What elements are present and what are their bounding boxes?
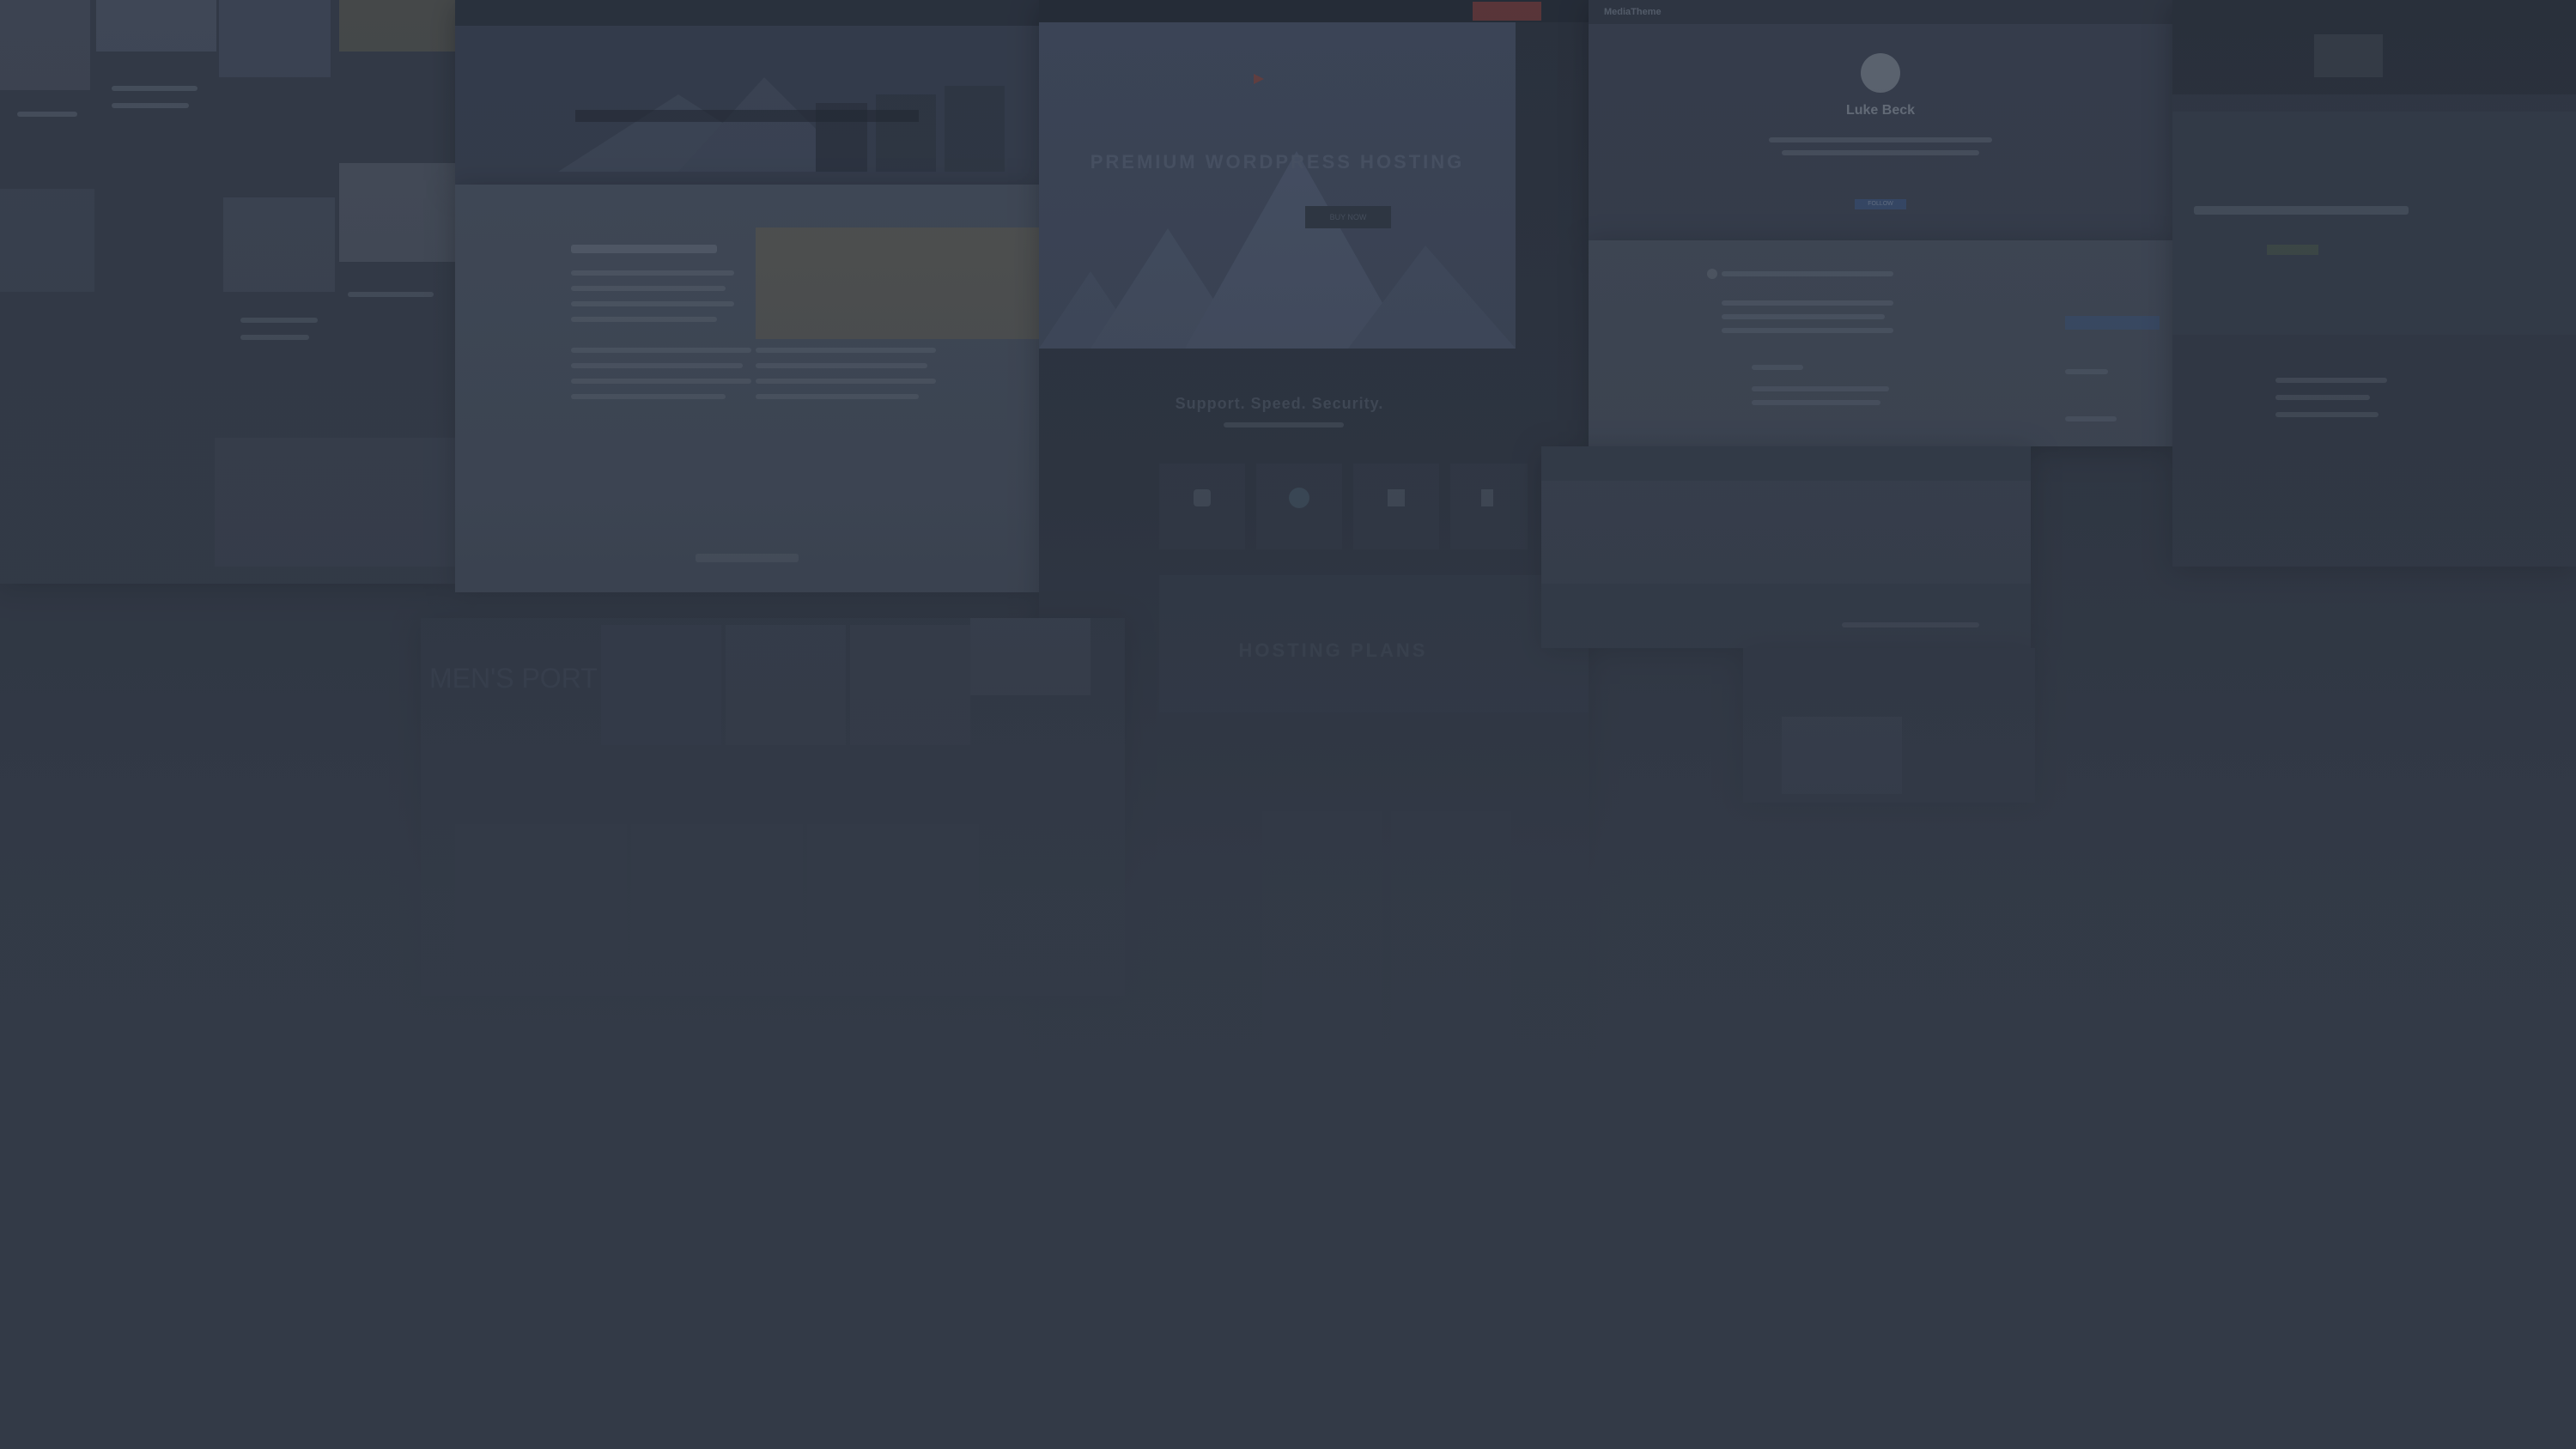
hosting-topbar (1039, 0, 1589, 22)
follow-button-label: FOLLOW (1868, 201, 1893, 207)
post-card (455, 824, 627, 961)
flower-image (2314, 34, 2383, 77)
woman-photo (756, 227, 1039, 339)
plan-card (1262, 811, 1382, 1052)
about-page-panel (455, 185, 1039, 592)
photo-tile (339, 163, 455, 262)
globe-icon (1289, 488, 1309, 508)
photo-tile (223, 197, 335, 292)
beach-theme-panel (455, 0, 1039, 185)
features-title: Support. Speed. Security. (1175, 395, 1384, 412)
banner-button (2267, 245, 2318, 255)
photo-tile (219, 0, 331, 77)
post-card (631, 824, 803, 961)
feature-card (1450, 464, 1528, 549)
topbar-accent-button (1473, 2, 1541, 21)
theme-collage-background: PREMIUM WORDPRESS HOSTING BUY NOW Suppor… (0, 0, 2576, 1449)
profile-theme-panel: MediaTheme Luke Beck FOLLOW (1589, 0, 2172, 240)
feature-card (1256, 464, 1342, 549)
grid-thumbs-panel (1743, 648, 2035, 803)
comments-panel (1589, 240, 2172, 446)
brand-logo: MediaTheme (1604, 7, 1662, 17)
hero-button-label: BUY NOW (1329, 213, 1367, 221)
header-image (2172, 0, 2576, 94)
photo-tile (0, 0, 90, 90)
plan-card (1391, 811, 1511, 1052)
avatar (1861, 53, 1900, 93)
profile-name: Luke Beck (1845, 103, 1916, 118)
photo-tile (0, 189, 94, 292)
right-theme-panel (2172, 0, 2576, 567)
photo-tile (215, 438, 455, 567)
photo-tile (1782, 717, 1902, 794)
hero-title: PREMIUM WORDPRESS HOSTING (1090, 151, 1465, 173)
photo-tile (850, 625, 970, 745)
mountains-image (1039, 74, 1516, 349)
rocket-icon (1481, 489, 1493, 506)
plans-title: HOSTING PLANS (1238, 640, 1428, 661)
beach-houses-image (558, 77, 1005, 172)
hero-button[interactable]: BUY NOW (1305, 206, 1391, 228)
hosting-hero: PREMIUM WORDPRESS HOSTING BUY NOW (1039, 22, 1516, 349)
photo-tile (96, 0, 216, 52)
blog-theme-panel: MEN'S PORT (421, 618, 1125, 996)
post-card (807, 824, 979, 961)
photo-tile (339, 0, 455, 52)
feature-card (1159, 464, 1245, 549)
profile-navbar: MediaTheme (1589, 0, 2172, 24)
photo-tile (726, 625, 846, 745)
photo-tile (601, 625, 721, 745)
thumbs-up-icon (1388, 489, 1405, 506)
city-skyline-image (1541, 481, 2031, 584)
blog-heading: MEN'S PORT (429, 663, 598, 694)
magazine-panel (0, 0, 455, 584)
banner-section (2172, 112, 2576, 335)
comment-avatar (1707, 269, 1717, 279)
lock-icon (1194, 489, 1211, 506)
city-photo-panel (1541, 446, 2031, 648)
sidebar-search-input[interactable] (2065, 316, 2160, 330)
feature-card (1353, 464, 1439, 549)
follow-button[interactable]: FOLLOW (1855, 199, 1906, 209)
photo-tile (970, 618, 1091, 695)
